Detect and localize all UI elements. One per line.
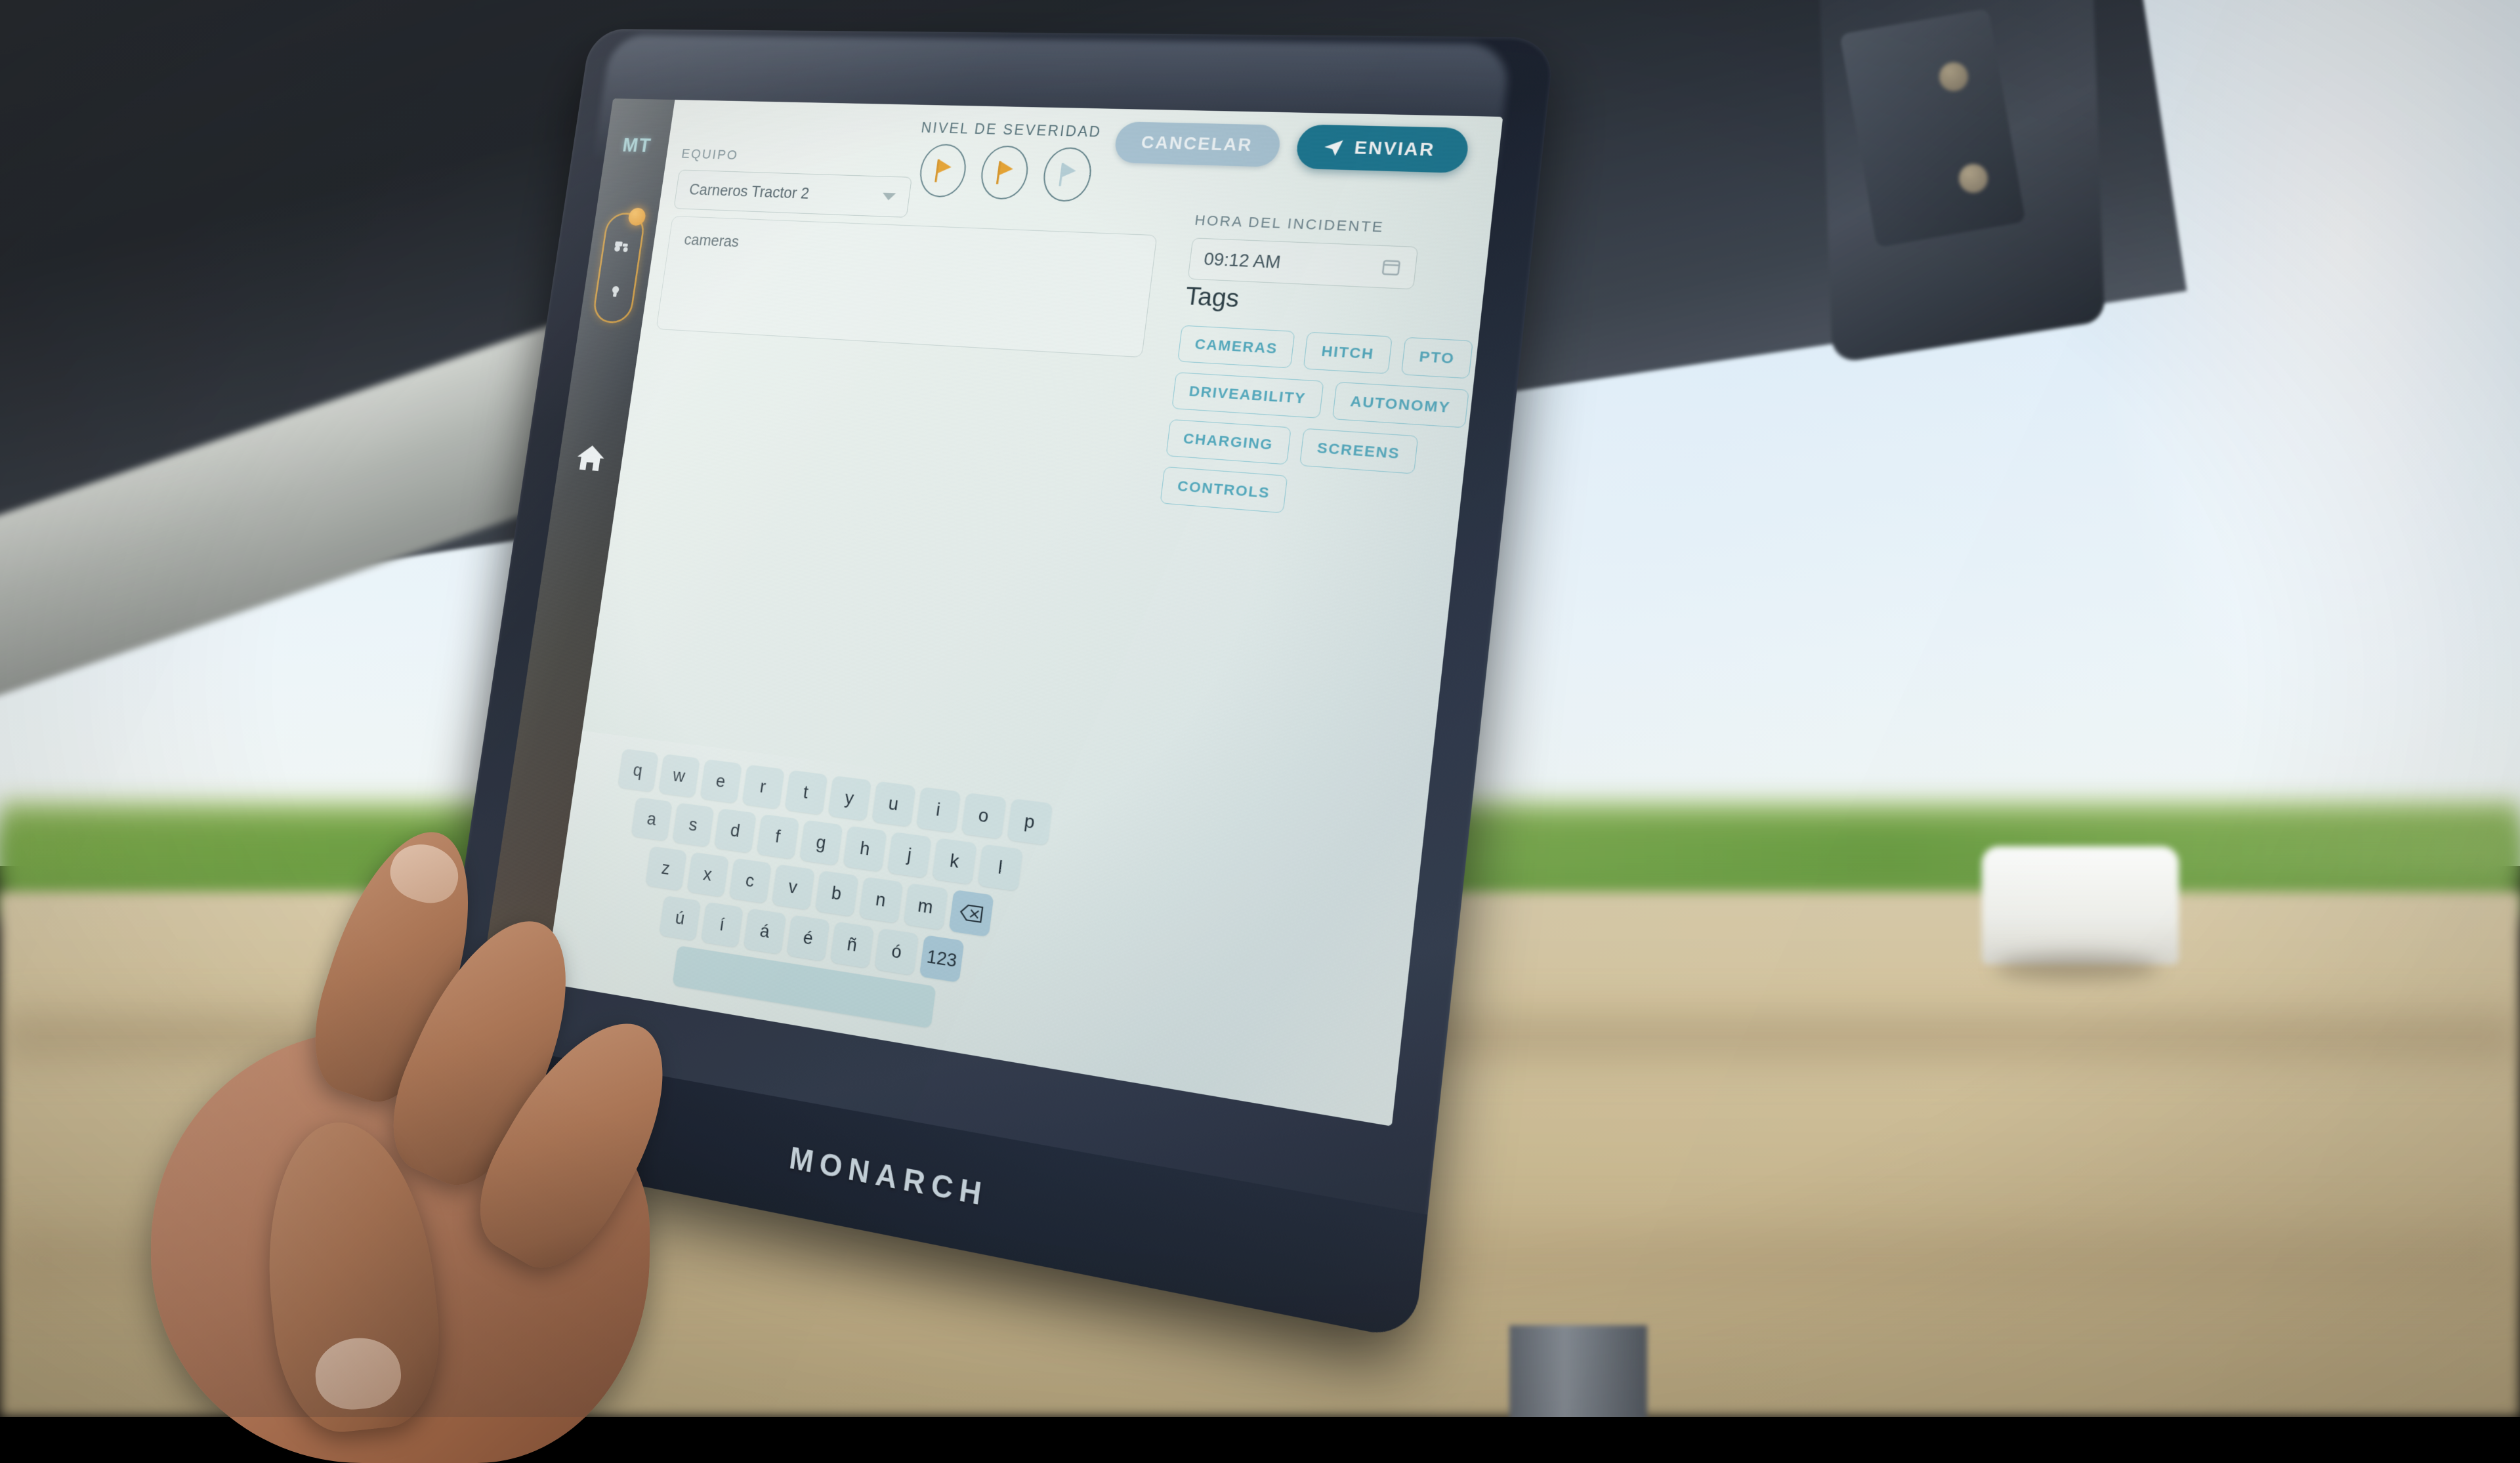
tags-list: CAMERAS HITCH PTO DRIVEABILITY AUTONOMY CHARG… bbox=[1160, 325, 1503, 530]
monarch-tablet: MT CANCELAR ENVIAR NIVEL DE SEVERIDAD EQ… bbox=[374, 0, 1581, 1341]
key-u[interactable]: u bbox=[871, 781, 916, 827]
severity-options bbox=[912, 143, 1100, 203]
key-h[interactable]: h bbox=[843, 825, 887, 872]
avatar[interactable]: MT bbox=[621, 134, 653, 157]
trailer-shadow bbox=[1995, 955, 2159, 981]
cancel-button[interactable]: CANCELAR bbox=[1112, 121, 1282, 167]
key-m[interactable]: m bbox=[903, 883, 948, 930]
send-button-label: ENVIAR bbox=[1353, 137, 1437, 160]
severity-option-3[interactable] bbox=[1040, 146, 1095, 203]
tag-autonomy[interactable]: AUTONOMY bbox=[1332, 381, 1469, 428]
key-é[interactable]: é bbox=[786, 915, 830, 962]
key-s[interactable]: s bbox=[672, 802, 715, 848]
tag-cameras[interactable]: CAMERAS bbox=[1177, 325, 1295, 369]
incident-time-value: 09:12 AM bbox=[1202, 249, 1282, 272]
flag-icon bbox=[996, 161, 1015, 184]
key-w[interactable]: w bbox=[658, 753, 700, 798]
key-z[interactable]: z bbox=[644, 846, 687, 891]
key-r[interactable]: r bbox=[742, 764, 785, 810]
key-e[interactable]: e bbox=[700, 759, 742, 804]
key-g[interactable]: g bbox=[799, 819, 843, 866]
equipo-select[interactable]: Carneros Tractor 2 bbox=[673, 169, 912, 218]
description-input[interactable] bbox=[656, 215, 1158, 358]
severity-label: NIVEL DE SEVERIDAD bbox=[920, 119, 1103, 140]
tag-pto[interactable]: PTO bbox=[1400, 337, 1474, 379]
key-j[interactable]: j bbox=[887, 831, 932, 878]
mount-bolt bbox=[1959, 164, 1988, 193]
key-c[interactable]: c bbox=[728, 857, 772, 904]
key-n[interactable]: n bbox=[858, 876, 903, 924]
key-á[interactable]: á bbox=[743, 908, 787, 955]
key-ú[interactable]: ú bbox=[659, 895, 702, 941]
severity-selector: NIVEL DE SEVERIDAD bbox=[912, 119, 1103, 203]
key-í[interactable]: í bbox=[700, 901, 744, 948]
send-button[interactable]: ENVIAR bbox=[1294, 124, 1471, 174]
mount-bolt bbox=[1939, 62, 1968, 91]
tag-charging[interactable]: CHARGING bbox=[1166, 419, 1292, 465]
tag-hitch[interactable]: HITCH bbox=[1303, 331, 1393, 375]
home-icon[interactable] bbox=[574, 442, 608, 474]
calendar-icon bbox=[1380, 257, 1402, 277]
key-y[interactable]: y bbox=[827, 775, 872, 821]
equipo-label: EQUIPO bbox=[681, 146, 740, 163]
brand-logo-text: MONARCH bbox=[787, 1140, 990, 1213]
chevron-down-icon bbox=[881, 192, 896, 201]
tags-section: Tags CAMERAS HITCH PTO DRIVEABILITY AUTONOMY… bbox=[1160, 283, 1503, 529]
tablet-screen: MT CANCELAR ENVIAR NIVEL DE SEVERIDAD EQ… bbox=[482, 98, 1503, 1126]
incident-time-field: HORA DEL INCIDENTE 09:12 AM bbox=[1187, 212, 1421, 290]
backspace-icon bbox=[958, 903, 984, 924]
incident-time-input[interactable]: 09:12 AM bbox=[1187, 237, 1419, 290]
severity-option-1[interactable] bbox=[917, 143, 969, 198]
key-k[interactable]: k bbox=[932, 838, 977, 885]
key-numeric-toggle[interactable]: 123 bbox=[919, 935, 965, 983]
key-ó[interactable]: ó bbox=[874, 928, 919, 976]
incident-time-label: HORA DEL INCIDENTE bbox=[1194, 212, 1385, 236]
equipo-field: EQUIPO Carneros Tractor 2 bbox=[673, 146, 915, 218]
key-t[interactable]: t bbox=[784, 770, 828, 815]
key-backspace[interactable] bbox=[948, 889, 994, 938]
sidebar-status-pill[interactable] bbox=[591, 207, 647, 324]
notification-badge-dot bbox=[627, 207, 647, 226]
mount-post bbox=[1509, 1325, 1647, 1417]
device-bezel: MT CANCELAR ENVIAR NIVEL DE SEVERIDAD EQ… bbox=[423, 28, 1555, 1341]
form-actions: CANCELAR ENVIAR bbox=[1112, 120, 1471, 174]
flag-icon bbox=[934, 159, 953, 182]
equipo-value: Carneros Tractor 2 bbox=[688, 180, 810, 202]
key-o[interactable]: o bbox=[961, 793, 1007, 839]
key-p[interactable]: p bbox=[1007, 798, 1053, 846]
tag-screens[interactable]: SCREENS bbox=[1299, 428, 1419, 474]
flag-icon bbox=[1059, 163, 1078, 186]
key-l[interactable]: l bbox=[977, 844, 1023, 892]
implement-icon bbox=[612, 285, 620, 297]
tag-controls[interactable]: CONTROLS bbox=[1160, 466, 1288, 514]
tags-title: Tags bbox=[1183, 283, 1241, 314]
key-q[interactable]: q bbox=[617, 748, 659, 793]
key-d[interactable]: d bbox=[713, 808, 757, 854]
key-v[interactable]: v bbox=[771, 864, 815, 911]
paper-plane-icon bbox=[1323, 140, 1343, 156]
key-i[interactable]: i bbox=[915, 787, 961, 833]
key-ñ[interactable]: ñ bbox=[830, 921, 874, 968]
white-trailer bbox=[1982, 846, 2179, 964]
key-x[interactable]: x bbox=[686, 852, 729, 897]
tag-driveability[interactable]: DRIVEABILITY bbox=[1171, 372, 1324, 419]
tractor-icon bbox=[614, 241, 628, 253]
incident-report-form: CANCELAR ENVIAR NIVEL DE SEVERIDAD EQUIP… bbox=[545, 100, 1503, 1126]
key-f[interactable]: f bbox=[756, 814, 800, 859]
key-a[interactable]: a bbox=[631, 796, 673, 842]
key-b[interactable]: b bbox=[814, 870, 859, 917]
severity-option-2[interactable] bbox=[978, 145, 1032, 201]
onscreen-keyboard: q w e r t y u i o p a s d f g h j k l z x c v b n m ú í á é ñ ó 123 bbox=[545, 730, 1104, 1073]
